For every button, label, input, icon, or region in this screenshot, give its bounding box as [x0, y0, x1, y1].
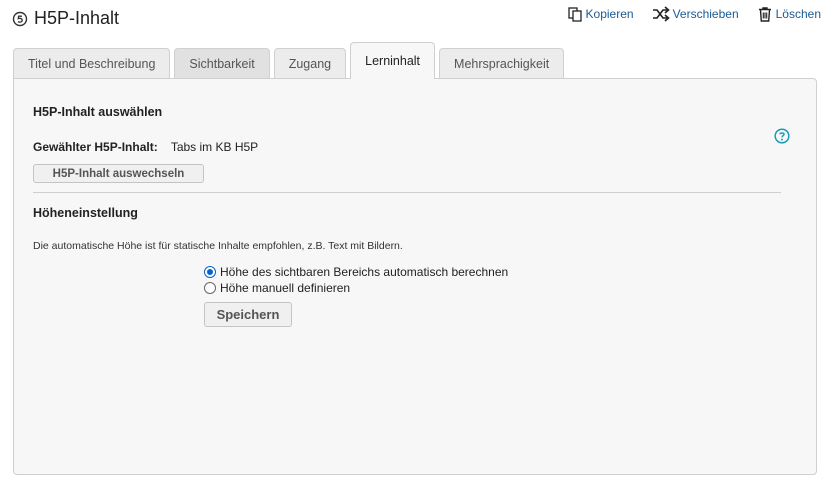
move-button[interactable]: Verschieben — [652, 6, 739, 22]
radio-auto-height[interactable] — [204, 266, 216, 278]
tab-visibility[interactable]: Sichtbarkeit — [174, 48, 270, 78]
section-divider — [33, 192, 781, 193]
radio-auto-label[interactable]: Höhe des sichtbaren Bereichs automatisch… — [220, 265, 508, 279]
tab-access[interactable]: Zugang — [273, 48, 347, 78]
tab-learning-content[interactable]: Lerninhalt — [350, 42, 436, 79]
delete-button[interactable]: Löschen — [757, 6, 821, 22]
tab-title-description[interactable]: Titel und Beschreibung — [13, 48, 171, 78]
copy-icon — [567, 7, 582, 22]
page-header: H5P-Inhalt — [12, 8, 119, 29]
height-section-title: Höheneinstellung — [33, 206, 138, 220]
selected-content-row: Gewählter H5P-Inhalt: Tabs im KB H5P — [33, 140, 258, 154]
help-icon[interactable] — [774, 128, 790, 144]
selected-content-value: Tabs im KB H5P — [170, 140, 259, 154]
h5p-icon — [12, 11, 28, 27]
switch-content-button[interactable]: H5P-Inhalt auswechseln — [33, 164, 204, 183]
radio-manual-label[interactable]: Höhe manuell definieren — [220, 281, 350, 295]
selected-content-label: Gewählter H5P-Inhalt: — [33, 140, 158, 154]
action-bar: Kopieren Verschieben Löschen — [567, 6, 821, 22]
height-description: Die automatische Höhe ist für statische … — [33, 240, 403, 252]
copy-label: Kopieren — [585, 7, 634, 21]
radio-auto-row[interactable]: Höhe des sichtbaren Bereichs automatisch… — [204, 265, 508, 279]
copy-button[interactable]: Kopieren — [567, 6, 634, 22]
move-label: Verschieben — [672, 7, 739, 21]
shuffle-icon — [652, 6, 670, 22]
page-title: H5P-Inhalt — [34, 8, 120, 28]
select-section-title: H5P-Inhalt auswählen — [33, 105, 163, 119]
content-panel: H5P-Inhalt auswählen Gewählter H5P-Inhal… — [13, 78, 817, 475]
tab-multilingual[interactable]: Mehrsprachigkeit — [439, 48, 565, 78]
radio-manual-height[interactable] — [204, 282, 216, 294]
trash-icon — [758, 7, 771, 22]
tab-bar: Titel und Beschreibung Sichtbarkeit Zuga… — [13, 42, 568, 79]
radio-manual-row[interactable]: Höhe manuell definieren — [204, 281, 350, 295]
save-button[interactable]: Speichern — [204, 302, 292, 327]
delete-label: Löschen — [775, 7, 821, 21]
